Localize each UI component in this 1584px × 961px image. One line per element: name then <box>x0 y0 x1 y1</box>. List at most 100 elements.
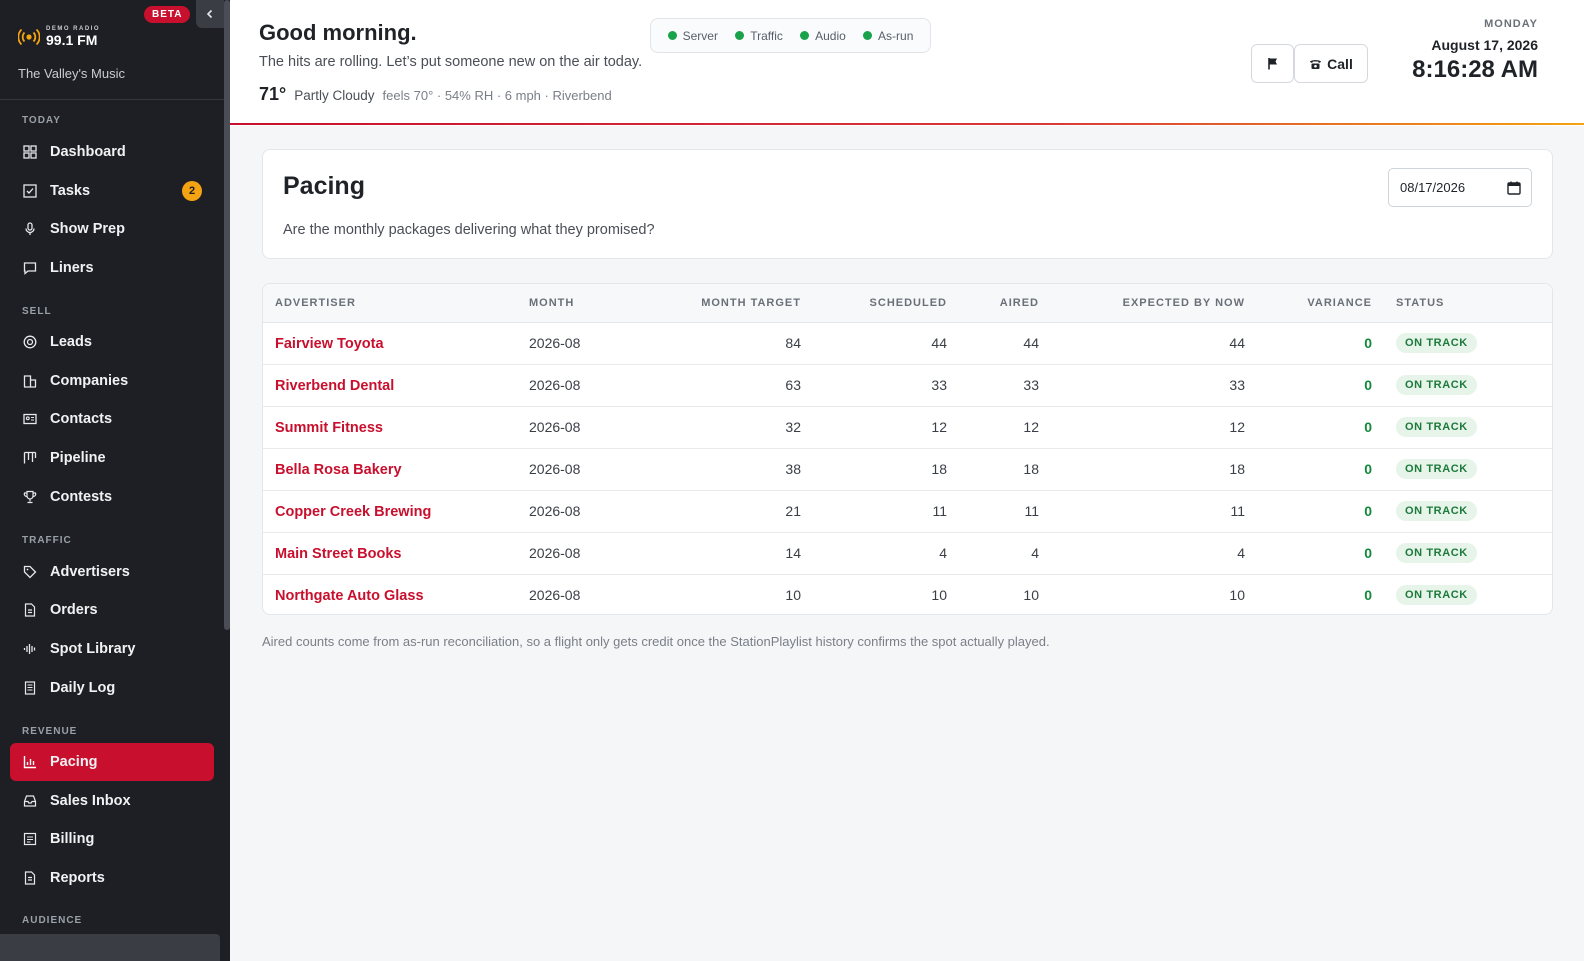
column-header-expected[interactable]: EXPECTED BY NOW <box>1039 284 1245 323</box>
sidebar-item-tasks[interactable]: Tasks 2 <box>10 172 214 210</box>
cell-expected: 44 <box>1039 322 1245 365</box>
table-row: Fairview Toyota 2026-08 84 44 44 44 0 ON TRACK <box>263 322 1552 365</box>
variance-value: 0 <box>1364 503 1372 519</box>
cell-scheduled: 4 <box>801 532 947 575</box>
cell-variance: 0 <box>1245 322 1372 365</box>
variance-value: 0 <box>1364 587 1372 604</box>
cell-status: ON TRACK <box>1372 574 1552 614</box>
nav-section-today: TODAY <box>22 115 61 126</box>
table-row: Main Street Books 2026-08 14 4 4 4 0 ON TRACK <box>263 532 1552 575</box>
status-audio: Audio <box>800 29 846 43</box>
status-label: Server <box>682 28 718 43</box>
sidebar-item-pacing[interactable]: Pacing <box>10 743 214 781</box>
sidebar-item-billing[interactable]: Billing <box>10 820 214 858</box>
cell-status: ON TRACK <box>1372 490 1552 533</box>
cell-month: 2026-08 <box>529 406 649 449</box>
collapse-sidebar-button[interactable] <box>196 0 224 28</box>
beta-badge: BETA <box>144 6 191 23</box>
sidebar-footer-bar <box>0 934 220 961</box>
sidebar-item-label: Dashboard <box>50 144 126 160</box>
brand-tagline: The Valley's Music <box>18 66 125 81</box>
advertiser-link[interactable]: Fairview Toyota <box>275 336 384 352</box>
status-badge: ON TRACK <box>1396 459 1477 479</box>
column-header-month[interactable]: MONTH <box>529 284 649 323</box>
status-label: Traffic <box>750 28 783 43</box>
nav-section-sell: SELL <box>22 306 52 317</box>
cell-status: ON TRACK <box>1372 406 1552 449</box>
sidebar-item-sales-inbox[interactable]: Sales Inbox <box>10 782 214 820</box>
sidebar-item-label: Tasks <box>50 183 91 199</box>
table-row: Riverbend Dental 2026-08 63 33 33 33 0 ON TRACK <box>263 364 1552 407</box>
target-icon <box>22 335 37 350</box>
pacing-table-body: Fairview Toyota 2026-08 84 44 44 44 0 ON TRACK R… <box>263 322 1552 614</box>
header-accent-line <box>230 123 1584 125</box>
advertiser-link[interactable]: Northgate Auto Glass <box>275 588 424 604</box>
status-dot-icon <box>667 31 677 40</box>
sidebar-item-contacts[interactable]: Contacts <box>10 400 214 438</box>
status-badge: ON TRACK <box>1396 333 1477 353</box>
variance-value: 0 <box>1364 335 1372 351</box>
sidebar-item-label: Sales Inbox <box>50 793 131 809</box>
message-icon <box>22 261 37 276</box>
column-header-advertiser[interactable]: ADVERTISER <box>263 284 529 323</box>
station-logo[interactable]: DEMO RADIO 99.1 FM <box>18 26 214 48</box>
current-time: 8:16:28 AM <box>1412 56 1538 83</box>
table-row: Bella Rosa Bakery 2026-08 38 18 18 18 0 ON TRAC… <box>263 448 1552 491</box>
sidebar-item-orders[interactable]: Orders <box>10 591 214 629</box>
cell-advertiser: Fairview Toyota <box>263 322 529 365</box>
cell-expected: 12 <box>1039 406 1245 449</box>
advertiser-link[interactable]: Summit Fitness <box>275 420 383 436</box>
calendar-icon[interactable] <box>1507 181 1521 195</box>
flag-button[interactable] <box>1251 44 1294 83</box>
sidebar-item-leads[interactable]: Leads <box>10 323 214 361</box>
pacing-date-input[interactable]: 08/17/2026 <box>1388 168 1532 207</box>
column-header-variance[interactable]: VARIANCE <box>1245 284 1372 323</box>
advertiser-link[interactable]: Riverbend Dental <box>275 378 394 394</box>
microphone-icon <box>22 222 37 237</box>
sidebar-item-liners[interactable]: Liners <box>10 249 214 287</box>
column-header-scheduled[interactable]: SCHEDULED <box>801 284 947 323</box>
status-dot-icon <box>863 31 873 40</box>
call-button[interactable]: Call <box>1294 44 1368 83</box>
flag-icon <box>1267 58 1277 70</box>
sidebar-item-dashboard[interactable]: Dashboard <box>10 133 214 171</box>
column-header-aired[interactable]: AIRED <box>947 284 1039 323</box>
cell-aired: 18 <box>947 448 1039 491</box>
sidebar-item-advertisers[interactable]: Advertisers <box>10 553 214 591</box>
page-subtitle: Are the monthly packages delivering what… <box>283 222 655 238</box>
kanban-icon <box>22 451 37 466</box>
cell-target: 38 <box>649 448 801 491</box>
pacing-table: ADVERTISER MONTH MONTH TARGET SCHEDULED … <box>262 283 1553 615</box>
sidebar-item-label: Liners <box>50 260 94 276</box>
cell-advertiser: Main Street Books <box>263 532 529 575</box>
advertiser-link[interactable]: Copper Creek Brewing <box>275 504 431 520</box>
cell-scheduled: 11 <box>801 490 947 533</box>
column-header-status[interactable]: STATUS <box>1372 284 1552 323</box>
page-title: Pacing <box>283 172 365 200</box>
checkbox-icon <box>22 184 37 199</box>
current-date: August 17, 2026 <box>1431 37 1538 53</box>
status-badge: ON TRACK <box>1396 375 1477 395</box>
sidebar-item-spot-library[interactable]: Spot Library <box>10 630 214 668</box>
sidebar-item-companies[interactable]: Companies <box>10 362 214 400</box>
status-server: Server <box>667 28 718 43</box>
sidebar-item-pipeline[interactable]: Pipeline <box>10 439 214 477</box>
sidebar-item-label: Leads <box>50 334 92 350</box>
sidebar-item-label: Advertisers <box>50 564 130 580</box>
table-header-row: ADVERTISER MONTH MONTH TARGET SCHEDULED … <box>263 284 1552 323</box>
cell-variance: 0 <box>1245 490 1372 533</box>
cell-aired: 12 <box>947 406 1039 449</box>
phone-icon <box>1310 59 1322 69</box>
sidebar-item-reports[interactable]: Reports <box>10 859 214 897</box>
cell-status: ON TRACK <box>1372 532 1552 575</box>
column-header-target[interactable]: MONTH TARGET <box>649 284 801 323</box>
cell-target: 32 <box>649 406 801 449</box>
sidebar-item-contests[interactable]: Contests <box>10 478 214 516</box>
cell-advertiser: Riverbend Dental <box>263 364 529 407</box>
advertiser-link[interactable]: Main Street Books <box>275 546 402 562</box>
cell-status: ON TRACK <box>1372 364 1552 407</box>
sidebar-item-show-prep[interactable]: Show Prep <box>10 210 214 248</box>
sidebar-item-daily-log[interactable]: Daily Log <box>10 669 214 707</box>
advertiser-link[interactable]: Bella Rosa Bakery <box>275 462 402 478</box>
chevron-left-icon <box>206 9 213 19</box>
